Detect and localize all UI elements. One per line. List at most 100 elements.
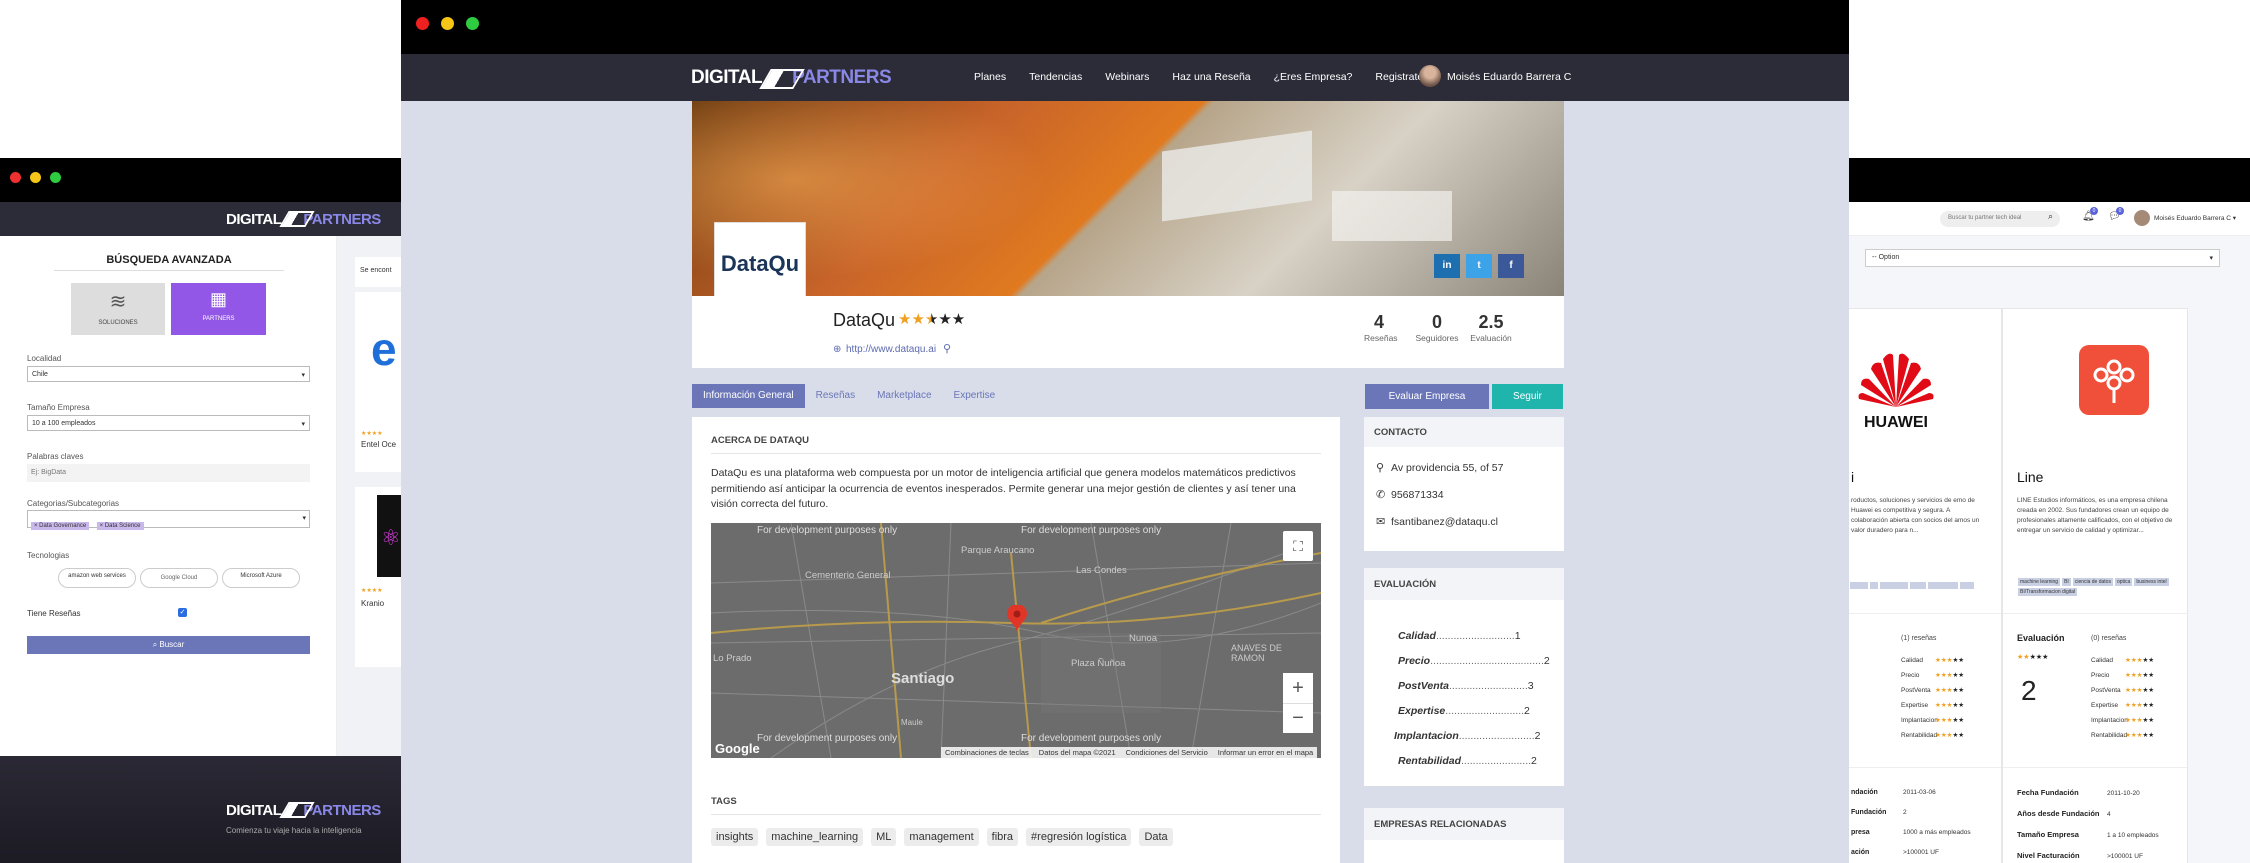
tag[interactable]: BI — [2062, 578, 2071, 586]
nav-review[interactable]: Haz una Reseña — [1172, 71, 1250, 83]
minimize-dot[interactable] — [30, 172, 41, 183]
evaluation-label: Evaluación — [2017, 633, 2065, 643]
tag[interactable]: business intel — [2134, 578, 2169, 586]
category-chip[interactable]: × Data Science — [96, 522, 144, 530]
result-card[interactable]: ⚛ ★★★★ Kranio — [355, 487, 402, 667]
tag[interactable]: BI/Transformacion digital — [2018, 588, 2078, 596]
search-button[interactable]: ⌕ Buscar — [27, 636, 310, 654]
fullscreen-button[interactable]: ⛶ — [1283, 531, 1313, 561]
nav-webinars[interactable]: Webinars — [1105, 71, 1149, 83]
tab-marketplace[interactable]: Marketplace — [866, 384, 942, 408]
twitter-button[interactable]: t — [1466, 254, 1492, 278]
location-pin-icon[interactable]: ⚲ — [943, 342, 951, 355]
tech-aws[interactable]: amazon web services — [58, 568, 136, 588]
chevron-down-icon: ▾ — [2209, 255, 2213, 262]
tag[interactable]: fibra — [986, 828, 1019, 846]
partner-search-input[interactable]: Buscar tu partner tech ideal — [1940, 211, 2060, 227]
minimize-dot[interactable] — [441, 17, 454, 30]
eval-row: Calidad...........................1 — [1398, 630, 1521, 642]
option-select-value: -- Option — [1872, 254, 1900, 261]
search-icon[interactable]: ⌕ — [2048, 211, 2053, 222]
map-marker-icon[interactable] — [1007, 604, 1027, 633]
nav-company[interactable]: ¿Eres Empresa? — [1274, 71, 1353, 83]
zoom-in-button[interactable]: + — [1283, 673, 1313, 703]
partner-card-line[interactable]: Line LINE Estudios informáticos, es una … — [2002, 308, 2188, 863]
left-brand-logo[interactable]: DIGITAL PARTNERS — [226, 211, 381, 228]
tag[interactable] — [1870, 582, 1878, 589]
map-terms-link[interactable]: Condiciones del Servicio — [1126, 748, 1208, 757]
partner-card-huawei[interactable]: HUAWEI i roductos, soluciones y servicio… — [1848, 308, 2002, 863]
stat-evaluation: 2.5 Evaluación — [1470, 312, 1512, 343]
nav-tendencias[interactable]: Tendencias — [1029, 71, 1082, 83]
left-title-bar — [0, 158, 402, 202]
tab-expertise[interactable]: Expertise — [943, 384, 1007, 408]
evaluate-button[interactable]: Evaluar Empresa — [1365, 384, 1489, 409]
zoom-out-button[interactable]: − — [1283, 703, 1313, 733]
tag[interactable]: machine_learning — [766, 828, 864, 846]
tag[interactable] — [1960, 582, 1974, 589]
user-menu[interactable]: Moisés Eduardo Barrera C ▾ — [2154, 214, 2236, 222]
line-logo — [2079, 345, 2149, 415]
facebook-button[interactable]: f — [1498, 254, 1524, 278]
overall-score: 2 — [2021, 675, 2037, 706]
tag[interactable] — [1880, 582, 1908, 589]
has-reviews-checkbox[interactable]: ✓ — [178, 608, 187, 617]
toggle-partners-label: PARTNERS — [202, 316, 235, 322]
contact-phone[interactable]: 956871334 — [1391, 489, 1444, 501]
layers-icon: ≋ — [109, 291, 127, 313]
toggle-soluciones-label: SOLUCIONES — [98, 320, 138, 326]
maximize-dot[interactable] — [50, 172, 61, 183]
map-watermark: For development purposes only — [1021, 733, 1162, 744]
company-url-link[interactable]: http://www.dataqu.ai — [846, 344, 936, 355]
rating-stars: ★★★★ — [361, 588, 383, 594]
footer-brand-logo[interactable]: DIGITAL PARTNERS — [226, 802, 381, 819]
categories-multiselect[interactable]: × Data Governance × Data Science ▾ — [27, 510, 310, 530]
tag[interactable]: #regresión logística — [1026, 828, 1132, 846]
tag[interactable]: ciencia de datos — [2072, 578, 2113, 586]
tag[interactable]: ML — [871, 828, 897, 846]
category-chip[interactable]: × Data Governance — [31, 522, 90, 530]
follow-button[interactable]: Seguir — [1492, 384, 1563, 409]
toggle-soluciones[interactable]: ≋ SOLUCIONES — [71, 283, 165, 335]
left-window: DIGITAL PARTNERS BÚSQUEDA AVANZADA ≋ SOLU… — [0, 158, 402, 863]
maximize-dot[interactable] — [466, 17, 479, 30]
contact-email[interactable]: fsantibanez@dataqu.cl — [1391, 516, 1498, 528]
tab-informacion-general[interactable]: Información General — [692, 384, 805, 408]
brand-logo[interactable]: DIGITAL PARTNERS — [691, 67, 892, 89]
nav-register[interactable]: Registrate — [1375, 71, 1423, 83]
tag[interactable] — [1850, 582, 1868, 589]
partner-tags: machine learning BI ciencia de datos optica… — [2017, 577, 2182, 597]
tag[interactable]: management — [904, 828, 979, 846]
review-count: (0) reseñas — [2091, 635, 2127, 642]
criteria-list: Calidad ★★★★★ Precio ★★★★★ PostVenta ★★★★★ … — [2091, 657, 2155, 739]
avatar[interactable] — [1419, 65, 1441, 87]
tag[interactable]: optica — [2114, 578, 2133, 586]
tag[interactable]: Data — [1139, 828, 1173, 846]
close-dot[interactable] — [10, 172, 21, 183]
localidad-select[interactable]: Chile ▾ — [27, 366, 310, 382]
map-label: Plaza Ñuñoa — [1071, 658, 1126, 669]
location-map[interactable]: For development purposes only For develo… — [711, 523, 1321, 758]
toggle-partners[interactable]: ▦ PARTNERS — [171, 283, 266, 335]
tag[interactable] — [1928, 582, 1958, 589]
tech-gcp[interactable]: Google Cloud — [140, 568, 218, 588]
option-select[interactable]: -- Option ▾ — [1865, 249, 2220, 267]
tag[interactable]: machine learning — [2018, 578, 2061, 586]
nav-planes[interactable]: Planes — [974, 71, 1006, 83]
tag[interactable] — [1910, 582, 1926, 589]
close-dot[interactable] — [416, 17, 429, 30]
tag[interactable]: insights — [711, 828, 759, 846]
tamano-select[interactable]: 10 a 100 empleados ▾ — [27, 415, 310, 431]
tech-azure[interactable]: Microsoft Azure — [222, 568, 300, 588]
tab-resenas[interactable]: Reseñas — [805, 384, 866, 408]
linkedin-button[interactable]: in — [1434, 254, 1460, 278]
about-text: DataQu es una plataforma web compuesta p… — [711, 467, 1296, 510]
user-name[interactable]: Moisés Eduardo Barrera C — [1447, 71, 1571, 83]
avatar[interactable] — [2134, 210, 2150, 226]
localidad-label: Localidad — [27, 354, 62, 363]
main-title-bar — [401, 0, 1849, 54]
map-shortcuts-link[interactable]: Combinaciones de teclas — [945, 748, 1029, 757]
keywords-input[interactable]: Ej: BigData — [27, 464, 310, 482]
map-report-link[interactable]: Informar un error en el mapa — [1218, 748, 1313, 757]
result-card[interactable]: e ★★★★ Entel Oce — [355, 292, 402, 472]
